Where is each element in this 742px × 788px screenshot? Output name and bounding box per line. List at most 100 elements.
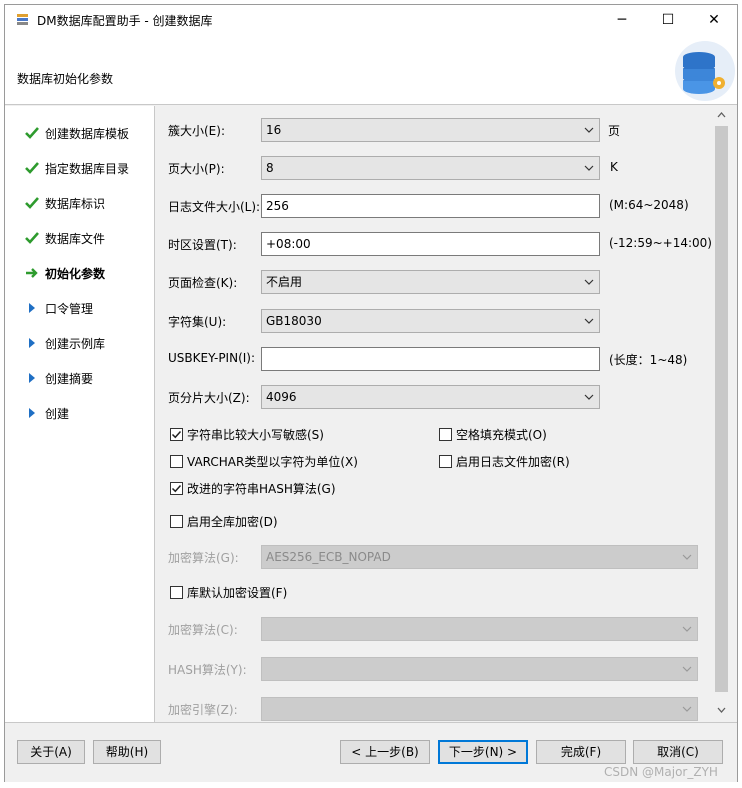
finish-button[interactable]: 完成(F) <box>536 740 626 764</box>
checkbox-box <box>170 515 183 528</box>
encrypt-algo-select[interactable]: AES256_ECB_NOPAD <box>261 545 698 569</box>
extent-size-value: 16 <box>266 123 282 137</box>
nav-item-label: 口令管理 <box>45 301 94 316</box>
time-zone-label: 时区设置(T): <box>168 238 237 252</box>
page-check-value: 不启用 <box>266 275 303 289</box>
nav-item-db-identity: 数据库标识 <box>5 192 155 214</box>
watermark: CSDN @Major_ZYH <box>604 765 718 779</box>
chevron-down-icon <box>681 618 693 640</box>
checkbox-box <box>170 428 183 441</box>
time-zone-input[interactable]: +08:00 <box>261 232 600 256</box>
page-size-select[interactable]: 8 <box>261 156 600 180</box>
time-zone-range: (-12:59~+14:00) <box>609 236 712 250</box>
nav-item-label: 指定数据库目录 <box>45 161 130 176</box>
triangle-right-icon <box>23 300 41 316</box>
page-shard-size-select[interactable]: 4096 <box>261 385 600 409</box>
charset-label: 字符集(U): <box>168 315 227 329</box>
page-check-select[interactable]: 不启用 <box>261 270 600 294</box>
usbkey-pin-label: USBKEY-PIN(I): <box>168 351 256 365</box>
scroll-down-icon[interactable] <box>713 703 730 720</box>
log-encrypt-checkbox[interactable]: 启用日志文件加密(R) <box>439 453 570 470</box>
checkmark-icon <box>23 125 41 141</box>
next-button[interactable]: 下一步(N) > <box>438 740 528 764</box>
init-params-form: 簇大小(E): 16 页 页大小(P): 8 K 日志文件大小(L): 256 … <box>156 106 737 722</box>
default-encrypt-label: 库默认加密设置(F) <box>187 586 288 600</box>
app-icon <box>15 12 31 28</box>
encrypt-engine-label: 加密引擎(Z): <box>168 703 238 717</box>
chevron-down-icon <box>583 271 595 293</box>
chevron-down-icon <box>583 310 595 332</box>
hash-algo-select[interactable] <box>261 657 698 681</box>
improved-hash-label: 改进的字符串HASH算法(G) <box>187 482 336 496</box>
default-encrypt-checkbox[interactable]: 库默认加密设置(F) <box>170 584 287 601</box>
extent-size-select[interactable]: 16 <box>261 118 600 142</box>
nav-item-label: 初始化参数 <box>45 266 106 281</box>
checkbox-box <box>439 428 452 441</box>
varchar-char-unit-checkbox[interactable]: VARCHAR类型以字符为单位(X) <box>170 453 358 470</box>
blank-pad-mode-checkbox[interactable]: 空格填充模式(O) <box>439 426 547 443</box>
wizard-step-list: 创建数据库模板 指定数据库目录 数据库标识 数据库文件 初始化参数 口令管理 创… <box>5 106 155 722</box>
cancel-button[interactable]: 取消(C) <box>633 740 723 764</box>
checkbox-box <box>170 482 183 495</box>
minimize-button[interactable]: ─ <box>599 5 645 35</box>
encrypt-engine-select[interactable] <box>261 697 698 721</box>
full-db-encrypt-checkbox[interactable]: 启用全库加密(D) <box>170 513 278 530</box>
page-size-label: 页大小(P): <box>168 162 225 176</box>
chevron-down-icon <box>681 546 693 568</box>
log-encrypt-label: 启用日志文件加密(R) <box>456 455 570 469</box>
database-gear-icon <box>657 35 737 105</box>
checkbox-box <box>439 455 452 468</box>
nav-item-create-template: 创建数据库模板 <box>5 122 155 144</box>
page-title: 数据库初始化参数 <box>17 72 114 86</box>
varchar-char-unit-label: VARCHAR类型以字符为单位(X) <box>187 455 358 469</box>
close-button[interactable]: ✕ <box>691 5 737 35</box>
page-size-value: 8 <box>266 161 274 175</box>
nav-item-label: 创建数据库模板 <box>45 126 130 141</box>
encrypt-algo-value: AES256_ECB_NOPAD <box>266 550 391 564</box>
page-check-label: 页面检查(K): <box>168 276 238 290</box>
encrypt-algo-label: 加密算法(G): <box>168 551 239 565</box>
checkbox-box <box>170 586 183 599</box>
nav-item-password: 口令管理 <box>5 297 155 319</box>
nav-item-summary: 创建摘要 <box>5 367 155 389</box>
form-scrollbar[interactable] <box>713 106 730 722</box>
scroll-up-icon[interactable] <box>713 108 730 125</box>
log-size-label: 日志文件大小(L): <box>168 200 261 214</box>
arrow-right-icon <box>23 265 41 281</box>
log-size-input[interactable]: 256 <box>261 194 600 218</box>
extent-size-unit: 页 <box>608 124 621 138</box>
nav-item-label: 创建 <box>45 406 70 421</box>
prev-button[interactable]: < 上一步(B) <box>340 740 430 764</box>
page-shard-size-label: 页分片大小(Z): <box>168 391 250 405</box>
nav-item-init-params: 初始化参数 <box>5 262 155 284</box>
case-sensitive-checkbox[interactable]: 字符串比较大小写敏感(S) <box>170 426 324 443</box>
improved-hash-checkbox[interactable]: 改进的字符串HASH算法(G) <box>170 480 336 497</box>
maximize-button[interactable]: ☐ <box>645 5 691 35</box>
page-size-unit: K <box>610 160 618 174</box>
encrypt-algo2-select[interactable] <box>261 617 698 641</box>
config-assistant-window: DM数据库配置助手 - 创建数据库 ─ ☐ ✕ 数据库初始化参数 创建数据库模板… <box>4 4 738 782</box>
checkmark-icon <box>23 195 41 211</box>
nav-item-sample-db: 创建示例库 <box>5 332 155 354</box>
scroll-thumb[interactable] <box>715 126 728 692</box>
charset-select[interactable]: GB18030 <box>261 309 600 333</box>
triangle-right-icon <box>23 370 41 386</box>
log-size-range: (M:64~2048) <box>609 198 689 212</box>
chevron-down-icon <box>583 386 595 408</box>
checkmark-icon <box>23 160 41 176</box>
chevron-down-icon <box>583 157 595 179</box>
nav-item-label: 创建示例库 <box>45 336 106 351</box>
title-bar: DM数据库配置助手 - 创建数据库 ─ ☐ ✕ <box>5 5 737 35</box>
chevron-down-icon <box>681 698 693 720</box>
usbkey-pin-input[interactable] <box>261 347 600 371</box>
checkbox-box <box>170 455 183 468</box>
nav-item-db-files: 数据库文件 <box>5 227 155 249</box>
chevron-down-icon <box>681 658 693 680</box>
help-button[interactable]: 帮助(H) <box>93 740 161 764</box>
hash-algo-label: HASH算法(Y): <box>168 663 247 677</box>
about-button[interactable]: 关于(A) <box>17 740 85 764</box>
chevron-down-icon <box>583 119 595 141</box>
extent-size-label: 簇大小(E): <box>168 124 225 138</box>
nav-item-label: 数据库标识 <box>45 196 106 211</box>
charset-value: GB18030 <box>266 314 322 328</box>
